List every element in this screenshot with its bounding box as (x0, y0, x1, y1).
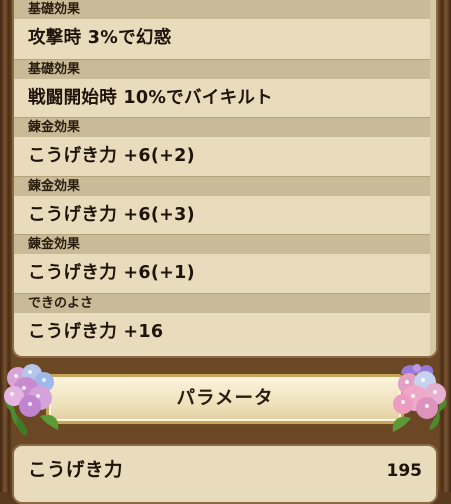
param-row: こうげき力 195 (14, 454, 436, 488)
effect-value: こうげき力 +6(+1) (28, 263, 195, 284)
effect-row: できのよさ こうげき力 +16 (14, 292, 436, 352)
param-label: こうげき力 (28, 460, 124, 481)
parameters-panel: こうげき力 195 (12, 444, 438, 504)
section-title: パラメータ (176, 388, 274, 409)
effect-category-label: 基礎効果 (14, 0, 436, 19)
hydrangea-flower-icon (4, 364, 59, 436)
effect-value: こうげき力 +6(+3) (28, 204, 195, 225)
effect-value: 攻撃時 3%で幻惑 (28, 28, 172, 48)
effect-row: 錬金効果 こうげき力 +6(+2) (14, 117, 436, 176)
effects-panel[interactable]: 基礎効果 攻撃時 3%で幻惑 基礎効果 戦闘開始時 10%でバイキルト 錬金効果… (12, 0, 438, 358)
effect-value: 戦闘開始時 10%でバイキルト (28, 87, 273, 108)
effect-category-label: 錬金効果 (14, 234, 436, 255)
effect-category-label: 錬金効果 (14, 117, 436, 138)
banner-plate: パラメータ (46, 374, 404, 424)
effect-row: 基礎効果 戦闘開始時 10%でバイキルト (14, 58, 436, 118)
hydrangea-slime-icon (392, 364, 447, 432)
section-banner: パラメータ (0, 360, 451, 440)
effect-category-label: できのよさ (14, 292, 436, 313)
effect-row: 錬金効果 こうげき力 +6(+1) (14, 234, 436, 293)
effect-row: 錬金効果 こうげき力 +6(+3) (14, 175, 436, 235)
effect-row: 基礎効果 攻撃時 3%で幻惑 (14, 0, 436, 59)
scrollbar[interactable] (430, 0, 436, 356)
effect-value: こうげき力 +16 (28, 321, 164, 342)
effect-category-label: 錬金効果 (14, 175, 436, 196)
effect-category-label: 基礎効果 (14, 58, 436, 79)
param-value: 195 (386, 461, 423, 481)
effect-value: こうげき力 +6(+2) (28, 146, 195, 167)
